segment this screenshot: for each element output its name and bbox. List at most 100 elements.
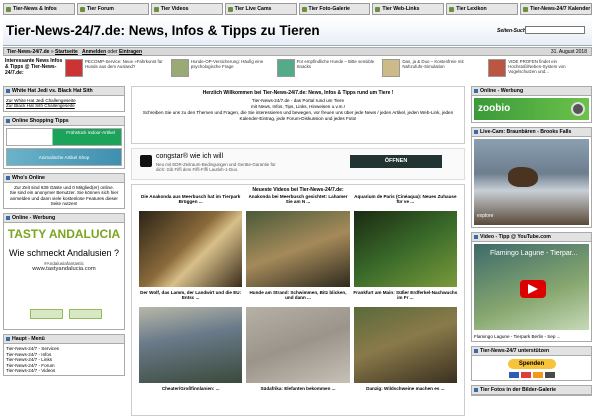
welcome-text: Schreiben Sie uns zu den Themen und Frag…	[142, 110, 454, 121]
video-item[interactable]: Die Anakonda aus Meerbusch hat im Tierpa…	[138, 194, 243, 290]
ad-title: congstar® wie ich will	[156, 153, 224, 160]
register-link[interactable]: Eintragen	[119, 49, 142, 55]
page: Tier-News & Infos Tier Forum Tier Videos…	[0, 0, 600, 420]
raccoon-icon	[571, 102, 585, 116]
featured-item[interactable]: Für empfindliche Hunde – Bitte sensible …	[275, 58, 381, 82]
menu-item[interactable]: Tier-News-24/7 - Videos	[6, 368, 122, 373]
video-thumbnail[interactable]	[353, 211, 457, 287]
ad-slogan: Wie schmeckt Andalusien ?	[8, 248, 120, 259]
link-icon	[375, 6, 381, 12]
nav-tier-live-cams[interactable]: Tier Live Cams	[224, 3, 297, 15]
bullet-icon	[6, 337, 10, 342]
livecam-box: Live-Cam: Braunbären - Brooks Falls expl…	[471, 127, 592, 228]
nav-tier-lexikon[interactable]: Tier Lexikon	[446, 3, 519, 15]
support-header: Tier-News-24/7 unterstützen	[472, 347, 591, 357]
video-item[interactable]: Südafrika: Elefanten bekommen ...	[245, 386, 350, 403]
login-link[interactable]: Anmelden	[82, 49, 106, 55]
crumb-or: oder	[107, 49, 118, 55]
bullet-icon	[474, 388, 478, 393]
video-item[interactable]: Frankfurt am Main: Süßer Erdferkel-Nachw…	[353, 290, 458, 386]
book-icon	[449, 6, 455, 12]
site-title[interactable]: Tier-News-24/7.de: News, Infos & Tipps z…	[6, 23, 320, 38]
crumb-site: Tier-News-24/7.de	[7, 49, 50, 55]
ad-logos	[30, 309, 102, 320]
video-item[interactable]: Hunde am Strand: Schwimmen, Bitz blicken…	[245, 290, 350, 386]
cam-icon	[227, 6, 233, 12]
online-info: Sie sind ein anonymer Benutzer. Sie könn…	[9, 190, 119, 207]
bullet-icon	[6, 89, 10, 93]
livecam-image[interactable]: explore	[474, 139, 589, 225]
photo-icon	[301, 6, 307, 12]
ad-url: www.tastyandalucia.com	[32, 266, 96, 273]
featured-item[interactable]: Das, ja & Duo – Kostenfreie mit Nahzufuh…	[380, 58, 486, 82]
bullet-icon	[474, 235, 478, 239]
welcome-title: Herzlich Willkommen bei Tier-News-24/7.d…	[202, 90, 394, 96]
right-ad-box: Online - Werbung zoobio	[471, 86, 592, 123]
video-thumbnail[interactable]	[246, 307, 350, 383]
video-item[interactable]: Der Wolf, das Lamm, der Landwirt und die…	[138, 290, 243, 386]
featured-item[interactable]: VIDE PROFEN findet ein Hochstoß/Neben-Sy…	[486, 58, 592, 82]
crumb-start-link[interactable]: Startseite	[55, 49, 78, 55]
sith-link[interactable]: Zur Black Hat Sith Challengeseite	[6, 103, 122, 108]
video-thumbnail[interactable]	[139, 211, 243, 287]
search-input[interactable]	[525, 26, 585, 34]
shop-banner[interactable]: Frühstück Indoor-Artikel	[6, 127, 122, 146]
featured-item[interactable]: PECOMP-Service: Neue »Fahrkunst für Hund…	[63, 58, 169, 82]
support-box: Tier-News-24/7 unterstützen Spenden	[471, 346, 592, 382]
video-thumbnail[interactable]	[353, 307, 457, 383]
left-ad-box: Online - Werbung TASTY ANDALUCIA Wie sch…	[3, 213, 125, 331]
featured-item[interactable]: Hunde-OP-Versicherung: Häufig eine psych…	[169, 58, 275, 82]
donate-button[interactable]: Spenden	[507, 359, 556, 370]
youtube-video[interactable]: Flamingo Lagune - Tierpar...	[474, 244, 589, 330]
nav-tier-videos[interactable]: Tier Videos	[150, 3, 223, 15]
nav-tier-news[interactable]: Tier-News & Infos	[3, 3, 75, 15]
left-ad-header: Online - Werbung	[4, 214, 124, 224]
video-caption[interactable]: Flamingo Lagune - Tierpark Berlin - Sep …	[472, 332, 591, 341]
bullet-icon	[474, 89, 478, 93]
videos-title: Neueste Videos bei Tier-News-24/7.de:	[252, 187, 344, 193]
main-menu-box: Haupt - Menü Tier-News-24/7 - Services T…	[3, 334, 125, 377]
video-item[interactable]: Danzig: Wildschweine machen es ...	[353, 386, 458, 403]
featured-thumb	[488, 59, 507, 77]
main-menu-header: Haupt - Menü	[4, 335, 124, 345]
tasty-andalucia-ad[interactable]: TASTY ANDALUCIA Wie schmeckt Andalusien …	[6, 225, 122, 328]
video-item[interactable]: Cheater/Großfinnlanien: ...	[138, 386, 243, 403]
payment-cards	[472, 372, 591, 379]
nav-tier-foto-galerie[interactable]: Tier Foto-Galerie	[298, 3, 371, 15]
paw-icon	[6, 6, 11, 12]
ad-open-button[interactable]: ÖFFNEN	[350, 155, 442, 168]
video-item[interactable]: Aquarium de Paris (Cinéaqua): Neues Zuha…	[353, 194, 458, 290]
crumb-sep: »	[50, 49, 54, 55]
featured-thumb	[65, 59, 83, 77]
nav-kalender[interactable]: Tier-News-24/7 Kalender	[520, 3, 592, 15]
jedi-box: White Hat Jedi vs. Black Hat Sith Zur Wh…	[3, 86, 125, 112]
video-title: Flamingo Lagune - Tierpar...	[490, 250, 578, 257]
nav-tier-forum[interactable]: Tier Forum	[76, 3, 149, 15]
bullet-icon	[6, 118, 10, 123]
jedi-box-header: White Hat Jedi vs. Black Hat Sith	[4, 87, 124, 96]
card-icon	[532, 372, 543, 379]
congstar-ad[interactable]: congstar® wie ich will Neu mit EDR-Zeitr…	[131, 148, 465, 180]
card-icon	[508, 372, 519, 379]
nav-tier-web-links[interactable]: Tier Web-Links	[372, 3, 445, 15]
site-header: Tier-News-24/7.de: News, Infos & Tipps z…	[3, 18, 592, 46]
video-icon	[153, 6, 159, 12]
bullet-icon	[474, 349, 478, 354]
breadcrumb: Tier-News-24/7.de » Startseite Anmelden …	[3, 47, 592, 56]
congstar-logo-icon	[140, 155, 152, 167]
featured-thumb	[170, 59, 189, 77]
video-thumbnail[interactable]	[246, 211, 350, 287]
video-item[interactable]: Anakonda bei Meerbusch gesichtet: Lahame…	[245, 194, 350, 290]
whos-online-box: Who's Online Zur Zeit sind 639 Gäste und…	[3, 172, 125, 210]
featured-thumb	[276, 59, 295, 77]
gallery-header: Tier Fotos in der Bilder-Galerie	[472, 386, 591, 396]
bullet-icon	[6, 175, 10, 180]
logo-icon	[69, 309, 102, 320]
zoobio-ad[interactable]: zoobio	[474, 98, 589, 120]
video-thumbnail[interactable]	[139, 307, 243, 383]
right-column: Online - Werbung zoobio Live-Cam: Braunb…	[471, 86, 592, 420]
featured-thumb	[382, 59, 401, 77]
shop-banner[interactable]: Animalische Artikel Shop	[6, 147, 122, 166]
left-column: White Hat Jedi vs. Black Hat Sith Zur Wh…	[3, 86, 125, 420]
featured-strip: Interessante News Infos & Tipps @ Tier-N…	[3, 58, 592, 82]
